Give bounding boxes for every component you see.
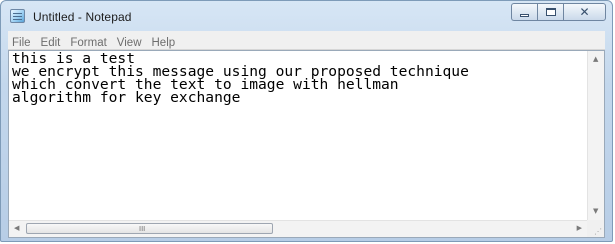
menu-file[interactable]: File [8, 35, 37, 49]
scroll-down-icon[interactable]: ▼ [593, 208, 598, 215]
scrollbar-corner: ⋰ [587, 220, 604, 237]
scroll-up-icon[interactable]: ▲ [593, 56, 598, 63]
maximize-button[interactable] [537, 3, 563, 21]
resize-grip-icon[interactable]: ⋰ [594, 228, 602, 236]
title-bar[interactable]: Untitled - Notepad ✕ [1, 1, 612, 31]
menu-view[interactable]: View [113, 35, 148, 49]
menu-format[interactable]: Format [66, 35, 112, 49]
close-icon: ✕ [579, 5, 590, 19]
text-content[interactable]: this is a test we encrypt this message u… [12, 52, 586, 219]
window-controls: ✕ [511, 3, 606, 21]
notepad-icon[interactable] [10, 9, 25, 23]
notepad-window: Untitled - Notepad ✕ File Edit Format View H… [0, 0, 613, 242]
minimize-button[interactable] [511, 3, 537, 21]
scroll-right-icon[interactable]: ▶ [577, 225, 582, 232]
thumb-grip-icon: III [139, 225, 146, 233]
minimize-icon [520, 13, 529, 17]
scroll-left-icon[interactable]: ◀ [14, 225, 19, 232]
menu-edit[interactable]: Edit [37, 35, 67, 49]
close-button[interactable]: ✕ [563, 3, 606, 21]
horizontal-scrollbar[interactable]: ◀ III ▶ [9, 220, 587, 237]
menu-bar: File Edit Format View Help [8, 31, 605, 50]
menu-help[interactable]: Help [148, 35, 182, 49]
maximize-icon [545, 8, 556, 16]
text-editor-area[interactable]: this is a test we encrypt this message u… [8, 50, 605, 238]
vertical-scrollbar[interactable]: ▲ ▼ [587, 51, 604, 220]
horizontal-scroll-thumb[interactable]: III [26, 223, 273, 234]
window-title: Untitled - Notepad [33, 10, 132, 24]
